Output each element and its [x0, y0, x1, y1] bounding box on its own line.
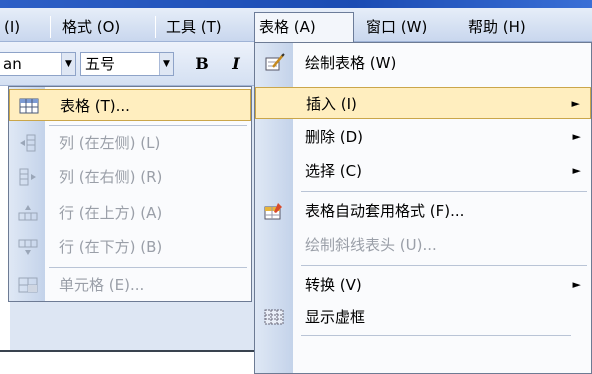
menu-separator	[155, 16, 156, 38]
chevron-down-icon[interactable]: ▼	[61, 53, 75, 75]
title-bar	[0, 0, 592, 8]
submenu-arrow-icon: ►	[571, 97, 580, 110]
font-name-combo[interactable]: an ▼	[0, 52, 76, 76]
menu-item-label: 单元格 (E)...	[59, 276, 145, 294]
menu-format[interactable]: 格式 (O)	[58, 14, 124, 40]
menu-item-draw-table[interactable]: 绘制表格 (W)	[255, 47, 591, 79]
menu-table[interactable]: 表格 (A)	[254, 12, 354, 42]
menu-tools[interactable]: 工具 (T)	[162, 14, 226, 40]
italic-button[interactable]: I	[226, 53, 246, 75]
menu-item-label: 列 (在右侧) (R)	[59, 168, 163, 186]
menu-item-label: 删除 (D)	[305, 128, 364, 146]
menu-item-label: 绘制表格 (W)	[305, 54, 397, 72]
chevron-down-icon[interactable]: ▼	[159, 53, 173, 75]
menu-item-label: 显示虚框	[305, 308, 366, 326]
gridlines-icon	[264, 309, 284, 325]
menu-divider	[301, 191, 587, 192]
menu-item-insert-cell[interactable]: 单元格 (E)...	[9, 269, 251, 301]
menu-item-draw-diagonal-header[interactable]: 绘制斜线表头 (U)...	[255, 229, 591, 261]
menu-item-convert[interactable]: 转换 (V) ►	[255, 269, 591, 301]
menu-item-label: 插入 (I)	[306, 95, 357, 113]
menu-item-label: 行 (在上方) (A)	[59, 204, 163, 222]
row-below-icon	[18, 239, 38, 255]
submenu-arrow-icon: ►	[572, 278, 581, 291]
menu-item-label: 选择 (C)	[305, 162, 362, 180]
formatting-toolbar: an ▼ 五号 ▼ B I	[0, 42, 260, 86]
menu-bar: (I) 格式 (O) 工具 (T) 表格 (A) 窗口 (W) 帮助 (H)	[0, 0, 592, 42]
menu-item-insert-table[interactable]: 表格 (T)...	[9, 89, 251, 121]
font-size-combo[interactable]: 五号 ▼	[80, 52, 174, 76]
menu-insert[interactable]: (I)	[0, 14, 24, 40]
menu-separator	[50, 16, 51, 38]
menu-item-insert[interactable]: 插入 (I) ►	[255, 87, 591, 119]
table-menu: 绘制表格 (W) 插入 (I) ► 删除 (D) ► 选择 (C) ► 表格自动…	[254, 42, 592, 374]
menu-item-label: 表格自动套用格式 (F)...	[305, 202, 465, 220]
menu-item-label: 行 (在下方) (B)	[59, 238, 163, 256]
submenu-arrow-icon: ►	[572, 130, 581, 143]
column-right-icon	[19, 168, 36, 186]
menu-item-select[interactable]: 选择 (C) ►	[255, 155, 591, 187]
menu-divider	[301, 335, 571, 336]
menu-item-label: 表格 (T)...	[60, 97, 130, 115]
menu-item-insert-row-above[interactable]: 行 (在上方) (A)	[9, 197, 251, 229]
menu-divider	[49, 267, 247, 268]
menu-item-insert-column-right[interactable]: 列 (在右侧) (R)	[9, 161, 251, 193]
menu-divider	[301, 265, 587, 266]
menu-divider	[49, 125, 247, 126]
column-left-icon	[20, 134, 36, 152]
menu-item-label: 绘制斜线表头 (U)...	[305, 236, 437, 254]
menu-item-delete[interactable]: 删除 (D) ►	[255, 121, 591, 153]
submenu-arrow-icon: ►	[572, 164, 581, 177]
font-name-value: an	[3, 55, 22, 73]
menu-item-autoformat[interactable]: 表格自动套用格式 (F)...	[255, 195, 591, 227]
insert-submenu: 表格 (T)... 列 (在左侧) (L) 列 (在右侧) (R) 行 (在上方…	[8, 86, 252, 302]
menu-item-label: 转换 (V)	[305, 276, 362, 294]
cell-icon	[18, 277, 38, 293]
document-area	[0, 350, 260, 374]
menu-window[interactable]: 窗口 (W)	[362, 14, 431, 40]
table-icon	[19, 98, 39, 114]
menu-item-insert-row-below[interactable]: 行 (在下方) (B)	[9, 231, 251, 263]
menu-item-show-gridlines[interactable]: 显示虚框	[255, 301, 591, 333]
pencil-icon	[265, 53, 285, 71]
menu-help[interactable]: 帮助 (H)	[464, 14, 530, 40]
menu-item-insert-column-left[interactable]: 列 (在左侧) (L)	[9, 127, 251, 159]
menu-item-label: 列 (在左侧) (L)	[59, 134, 161, 152]
autoformat-icon	[264, 203, 282, 220]
bold-button[interactable]: B	[192, 53, 212, 75]
font-size-value: 五号	[85, 55, 116, 73]
row-above-icon	[18, 205, 38, 221]
